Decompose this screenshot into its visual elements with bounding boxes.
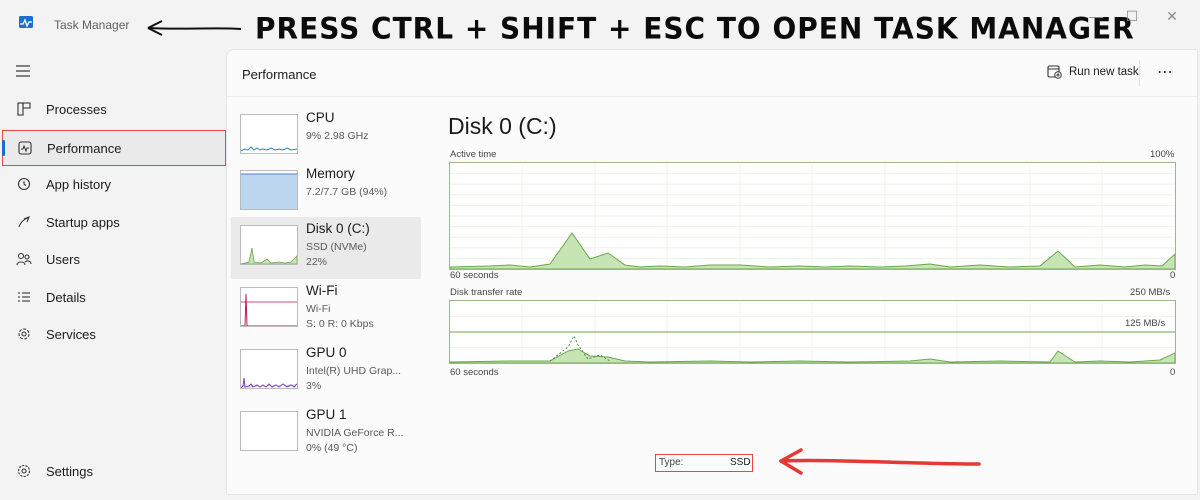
resource-usage: S: 0 R: 0 Kbps bbox=[306, 318, 374, 330]
resource-detail: NVIDIA GeForce R... bbox=[306, 427, 404, 439]
disk-type-field: Type: SSD bbox=[655, 454, 753, 472]
resource-name: GPU 1 bbox=[306, 407, 347, 422]
more-options-button[interactable]: ⋯ bbox=[1157, 62, 1174, 82]
resource-detail: Wi-Fi bbox=[306, 303, 331, 315]
resource-usage: 0% (49 °C) bbox=[306, 442, 358, 454]
page-title: Performance bbox=[242, 67, 317, 82]
resource-name: CPU bbox=[306, 110, 335, 125]
disk-type-label: Type: bbox=[659, 457, 684, 468]
main-panel: Performance Run new task ⋯ CPU 9% 2.98 G… bbox=[226, 49, 1198, 495]
cpu-thumbnail-graph bbox=[240, 114, 298, 154]
sidebar-item-label: Performance bbox=[47, 140, 122, 156]
processes-icon bbox=[16, 101, 32, 117]
gpu1-thumbnail-graph bbox=[240, 411, 298, 451]
resource-usage: 22% bbox=[306, 256, 328, 268]
history-icon bbox=[16, 176, 32, 192]
transfer-rate-mid-label: 125 MB/s bbox=[1125, 318, 1166, 329]
sidebar-item-startup-apps[interactable]: Startup apps bbox=[2, 205, 224, 239]
active-time-x-start: 60 seconds bbox=[450, 270, 499, 281]
resource-detail: Intel(R) UHD Grap... bbox=[306, 365, 402, 377]
gear-icon bbox=[16, 463, 32, 479]
run-new-task-label: Run new task bbox=[1069, 66, 1139, 78]
resource-name: Memory bbox=[306, 166, 355, 181]
annotation-arrow-left-icon bbox=[147, 20, 242, 36]
sidebar-item-label: Startup apps bbox=[46, 214, 120, 230]
transfer-rate-x-start: 60 seconds bbox=[450, 367, 499, 378]
task-manager-app-icon bbox=[19, 16, 33, 28]
transfer-rate-max-label: 250 MB/s bbox=[1130, 287, 1171, 298]
active-time-label: Active time bbox=[450, 149, 497, 160]
window-title: Task Manager bbox=[54, 18, 130, 32]
active-indicator bbox=[2, 140, 5, 156]
annotation-arrow-red-icon bbox=[779, 448, 981, 475]
disk-thumbnail-graph bbox=[240, 225, 298, 265]
transfer-rate-x-end: 0 bbox=[1170, 367, 1176, 378]
wifi-thumbnail-graph bbox=[240, 287, 298, 327]
hamburger-icon bbox=[16, 65, 30, 77]
resource-name: GPU 0 bbox=[306, 345, 347, 360]
sidebar-item-processes[interactable]: Processes bbox=[2, 92, 224, 126]
sidebar-item-performance[interactable]: Performance bbox=[2, 130, 226, 166]
services-icon bbox=[16, 326, 32, 342]
sidebar-item-label: Users bbox=[46, 251, 80, 267]
resource-item-disk[interactable]: Disk 0 (C:) SSD (NVMe) 22% bbox=[231, 217, 421, 279]
resource-item-gpu1[interactable]: GPU 1 NVIDIA GeForce R... 0% (49 °C) bbox=[231, 403, 421, 465]
transfer-rate-graph bbox=[449, 300, 1176, 364]
sidebar-item-label: App history bbox=[46, 176, 112, 192]
resource-name: Wi-Fi bbox=[306, 283, 338, 298]
sidebar-item-label: Details bbox=[46, 289, 86, 305]
resource-detail: 7.2/7.7 GB (94%) bbox=[306, 186, 388, 198]
sidebar-item-services[interactable]: Services bbox=[2, 317, 224, 351]
resource-detail: 9% 2.98 GHz bbox=[306, 130, 369, 142]
transfer-rate-label: Disk transfer rate bbox=[450, 287, 523, 298]
main-header: Performance Run new task ⋯ bbox=[227, 50, 1197, 97]
active-time-max-label: 100% bbox=[1150, 149, 1175, 160]
resource-detail: SSD (NVMe) bbox=[306, 241, 367, 253]
active-time-graph bbox=[449, 162, 1176, 270]
close-button[interactable]: ✕ bbox=[1158, 6, 1186, 26]
memory-thumbnail-graph bbox=[240, 170, 298, 210]
users-icon bbox=[16, 251, 32, 267]
resource-item-gpu0[interactable]: GPU 0 Intel(R) UHD Grap... 3% bbox=[231, 341, 421, 403]
startup-icon bbox=[16, 214, 32, 230]
resource-item-memory[interactable]: Memory 7.2/7.7 GB (94%) bbox=[231, 162, 421, 224]
title-bar: Task Manager PRESS CTRL + SHIFT + ESC TO… bbox=[0, 0, 1200, 48]
sidebar-item-users[interactable]: Users bbox=[2, 242, 224, 276]
resource-name: Disk 0 (C:) bbox=[306, 221, 370, 236]
run-task-icon bbox=[1047, 65, 1062, 79]
sidebar-item-details[interactable]: Details bbox=[2, 280, 224, 314]
hamburger-menu-button[interactable] bbox=[14, 64, 32, 78]
resource-item-cpu[interactable]: CPU 9% 2.98 GHz bbox=[231, 106, 421, 168]
maximize-button[interactable]: ☐ bbox=[1118, 6, 1146, 26]
active-time-x-end: 0 bbox=[1170, 270, 1176, 281]
minimize-button[interactable]: — bbox=[1082, 6, 1110, 26]
resource-usage: 3% bbox=[306, 380, 322, 392]
sidebar-item-label: Settings bbox=[46, 463, 93, 479]
detail-title: Disk 0 (C:) bbox=[448, 113, 557, 139]
disk-type-value: SSD bbox=[730, 457, 751, 468]
sidebar-item-settings[interactable]: Settings bbox=[2, 454, 224, 488]
sidebar-item-app-history[interactable]: App history bbox=[2, 167, 224, 201]
annotation-callout-text: PRESS CTRL + SHIFT + ESC TO OPEN TASK MA… bbox=[255, 11, 1135, 46]
sidebar-item-label: Processes bbox=[46, 101, 107, 117]
sidebar-item-label: Services bbox=[46, 326, 96, 342]
run-new-task-button[interactable]: Run new task bbox=[1047, 65, 1139, 79]
header-divider bbox=[1139, 60, 1140, 86]
gpu0-thumbnail-graph bbox=[240, 349, 298, 389]
details-icon bbox=[16, 289, 32, 305]
performance-icon bbox=[17, 140, 33, 156]
resource-item-wifi[interactable]: Wi-Fi Wi-Fi S: 0 R: 0 Kbps bbox=[231, 279, 421, 341]
